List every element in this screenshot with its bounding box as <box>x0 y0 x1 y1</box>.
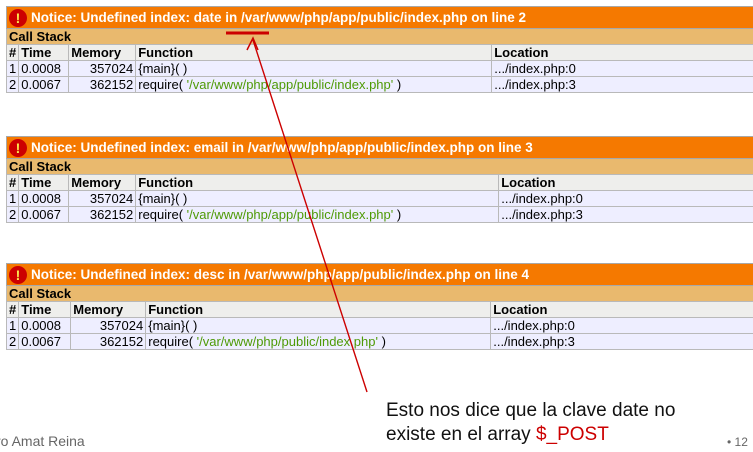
caption-line-1: Esto nos dice que la clave date no <box>386 400 676 421</box>
caption-text: existe en el array <box>386 424 536 445</box>
caption-line-2: existe en el array $_POST <box>386 423 746 447</box>
pointer-line <box>252 39 368 393</box>
annotation-arrow <box>226 31 368 393</box>
post-variable: $_POST <box>535 424 609 445</box>
page-number: • 12 <box>727 435 748 449</box>
explanation-caption: Esto nos dice que la clave date no exist… <box>386 399 746 447</box>
author-footer: ro Amat Reina <box>0 433 85 449</box>
